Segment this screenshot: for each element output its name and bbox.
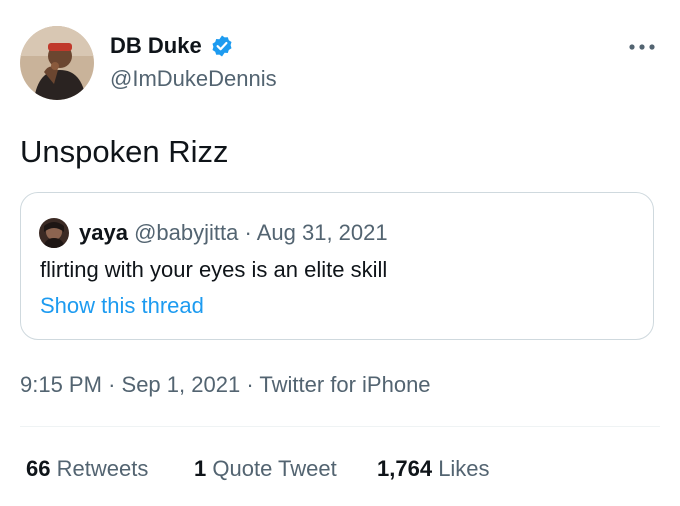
likes-label: Likes xyxy=(438,456,490,481)
more-options-icon[interactable] xyxy=(627,40,657,54)
tweet-source[interactable]: Twitter for iPhone xyxy=(259,372,430,397)
show-thread-link[interactable]: Show this thread xyxy=(40,292,204,320)
author-name-text[interactable]: DB Duke xyxy=(110,33,202,59)
meta-separator: · xyxy=(108,372,116,397)
author-handle[interactable]: @ImDukeDennis xyxy=(110,66,277,92)
quoted-separator: · xyxy=(244,220,252,245)
tweet-date[interactable]: Sep 1, 2021 xyxy=(122,372,241,397)
quoted-tweet-card[interactable]: yaya @babyjitta · Aug 31, 2021 flirting … xyxy=(20,192,654,340)
author-avatar[interactable] xyxy=(20,26,94,100)
likes-stat[interactable]: 1,764 Likes xyxy=(377,456,490,482)
quoted-tweet-text: flirting with your eyes is an elite skil… xyxy=(40,257,388,282)
quoted-tweet-header: yaya @babyjitta · Aug 31, 2021 xyxy=(79,219,388,247)
tweet-text: Unspoken Rizz xyxy=(20,134,229,169)
author-display-name[interactable]: DB Duke xyxy=(110,33,234,59)
divider xyxy=(20,426,660,427)
retweets-stat[interactable]: 66 Retweets xyxy=(26,456,148,482)
likes-count: 1,764 xyxy=(377,456,433,481)
verified-badge-icon xyxy=(212,35,232,57)
meta-separator: · xyxy=(246,372,254,397)
quoted-date[interactable]: Aug 31, 2021 xyxy=(257,220,388,245)
quoted-author-avatar[interactable] xyxy=(39,218,69,248)
tweet-time[interactable]: 9:15 PM xyxy=(20,372,102,397)
quote-tweets-count: 1 xyxy=(194,456,207,481)
quoted-author-handle[interactable]: @babyjitta xyxy=(134,220,238,245)
quote-tweets-stat[interactable]: 1 Quote Tweet xyxy=(194,456,337,482)
quote-tweets-label: Quote Tweet xyxy=(212,456,337,481)
tweet-metadata: 9:15 PM · Sep 1, 2021 · Twitter for iPho… xyxy=(20,372,431,398)
retweets-label: Retweets xyxy=(56,456,149,481)
retweets-count: 66 xyxy=(26,456,51,481)
quoted-author-name[interactable]: yaya xyxy=(79,220,128,245)
